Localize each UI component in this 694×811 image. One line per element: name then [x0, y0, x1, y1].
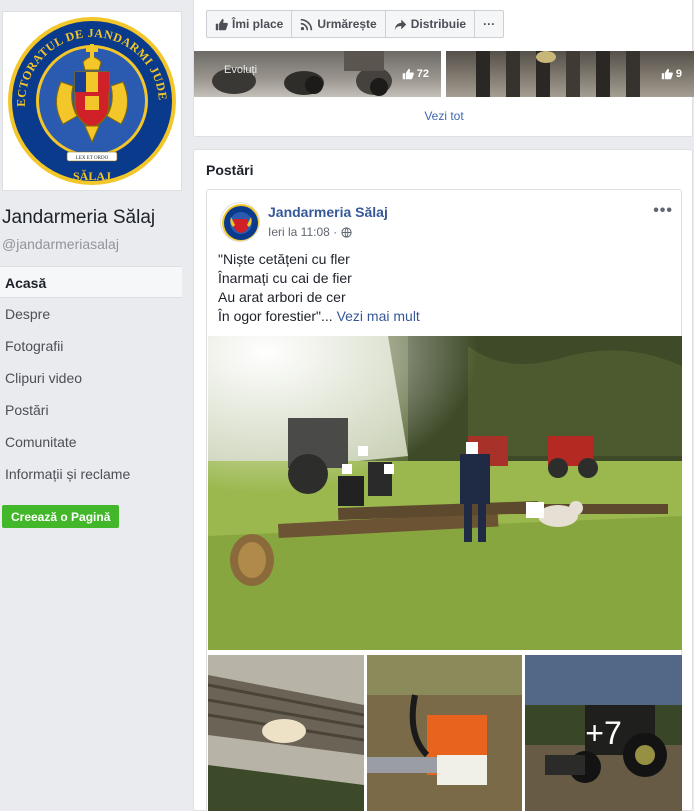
post-photo-thumbnail[interactable]: +7 [525, 655, 682, 811]
create-page-button[interactable]: Creează o Pagină [2, 505, 120, 528]
tractor-field-photo [208, 336, 682, 650]
page-navigation: Acasă Despre Fotografii Clipuri video Po… [0, 266, 182, 490]
share-label: Distribuie [410, 17, 467, 31]
follow-label: Urmărește [317, 17, 377, 31]
gendarmerie-logo [222, 204, 259, 241]
post-text-line: Au arat arbori de cer [218, 289, 346, 305]
rss-icon [301, 18, 313, 30]
page-handle[interactable]: @jandarmeriasalaj [2, 236, 119, 252]
post-author-name[interactable]: Jandarmeria Sălaj [268, 204, 388, 220]
left-column: LEX ET ORDO INSPECTORATUL DE JANDARMI JU… [0, 0, 184, 811]
post-text: "Niște cetățeni cu fler Înarmați cu cai … [218, 250, 420, 326]
globe-icon [341, 226, 352, 238]
share-button[interactable]: Distribuie [386, 11, 476, 37]
page-action-bar: Îmi place Urmărește Distribuie ··· [206, 10, 505, 38]
thumbs-up-icon [215, 18, 228, 30]
photo-likes: 72 [402, 68, 429, 80]
photos-card: Îmi place Urmărește Distribuie ··· Evolu… [193, 0, 694, 137]
logo-bottom-text: SĂLAJ [73, 169, 111, 183]
follow-button[interactable]: Urmărește [292, 11, 386, 37]
post-author-avatar[interactable] [220, 202, 260, 242]
post: Jandarmeria Sălaj Ieri la 11:08 · ••• "N… [206, 189, 682, 811]
post-main-photo[interactable] [208, 336, 682, 650]
photo-thumbnail[interactable]: Evoluți 72 [194, 51, 441, 97]
nav-item-videos[interactable]: Clipuri video [0, 362, 182, 394]
more-photos-overlay[interactable]: +7 [525, 655, 682, 811]
like-button[interactable]: Îmi place [207, 11, 293, 37]
posts-card: Postări Jandarmeria Sălaj Ieri la 11:08 … [193, 149, 693, 811]
post-options-button[interactable]: ••• [653, 202, 673, 220]
likes-count: 72 [416, 68, 429, 80]
photo-likes: 9 [661, 68, 682, 80]
post-photo-thumbnail[interactable] [367, 655, 522, 811]
photo-thumbnail[interactable]: 9 [446, 51, 694, 97]
thumbs-up-icon [402, 68, 414, 80]
nav-item-community[interactable]: Comunitate [0, 426, 182, 458]
group-photo-shapes [476, 51, 640, 97]
post-time-text: Ieri la 11:08 · [268, 225, 338, 239]
post-photo-thumbnail[interactable] [208, 655, 364, 811]
see-more-link[interactable]: Vezi mai mult [337, 308, 420, 324]
posts-section-title: Postări [206, 162, 254, 178]
more-options-button[interactable]: ··· [475, 11, 503, 37]
page-name[interactable]: Jandarmeria Sălaj [2, 207, 155, 229]
nav-item-about[interactable]: Despre [0, 298, 182, 330]
ellipsis-icon: ••• [653, 202, 673, 219]
chainsaw-photo [367, 655, 522, 811]
post-text-line-end: În ogor forestier"... [218, 308, 333, 324]
gendarmerie-logo: LEX ET ORDO INSPECTORATUL DE JANDARMI JU… [0, 1, 181, 190]
thumbs-up-icon [661, 68, 673, 80]
nav-item-photos[interactable]: Fotografii [0, 330, 182, 362]
profile-picture[interactable]: LEX ET ORDO INSPECTORATUL DE JANDARMI JU… [0, 1, 182, 191]
post-text-line: "Niște cetățeni cu fler [218, 251, 350, 267]
post-text-line: Înarmați cu cai de fier [218, 270, 352, 286]
ellipsis-icon: ··· [483, 17, 496, 31]
logo-motto-text: LEX ET ORDO [76, 156, 109, 161]
nav-item-info-ads[interactable]: Informații și reclame [0, 458, 182, 490]
log-bark-photo [208, 655, 364, 811]
nav-item-home[interactable]: Acasă [0, 266, 182, 298]
photo-caption: Evoluți [224, 64, 258, 76]
likes-count: 9 [675, 68, 682, 80]
see-all-link[interactable]: Vezi tot [194, 109, 694, 123]
like-label: Îmi place [232, 17, 284, 31]
share-arrow-icon [394, 19, 406, 30]
nav-item-posts[interactable]: Postări [0, 394, 182, 426]
post-text-line: În ogor forestier"... Vezi mai mult [218, 307, 420, 326]
post-timestamp[interactable]: Ieri la 11:08 · [268, 225, 352, 239]
